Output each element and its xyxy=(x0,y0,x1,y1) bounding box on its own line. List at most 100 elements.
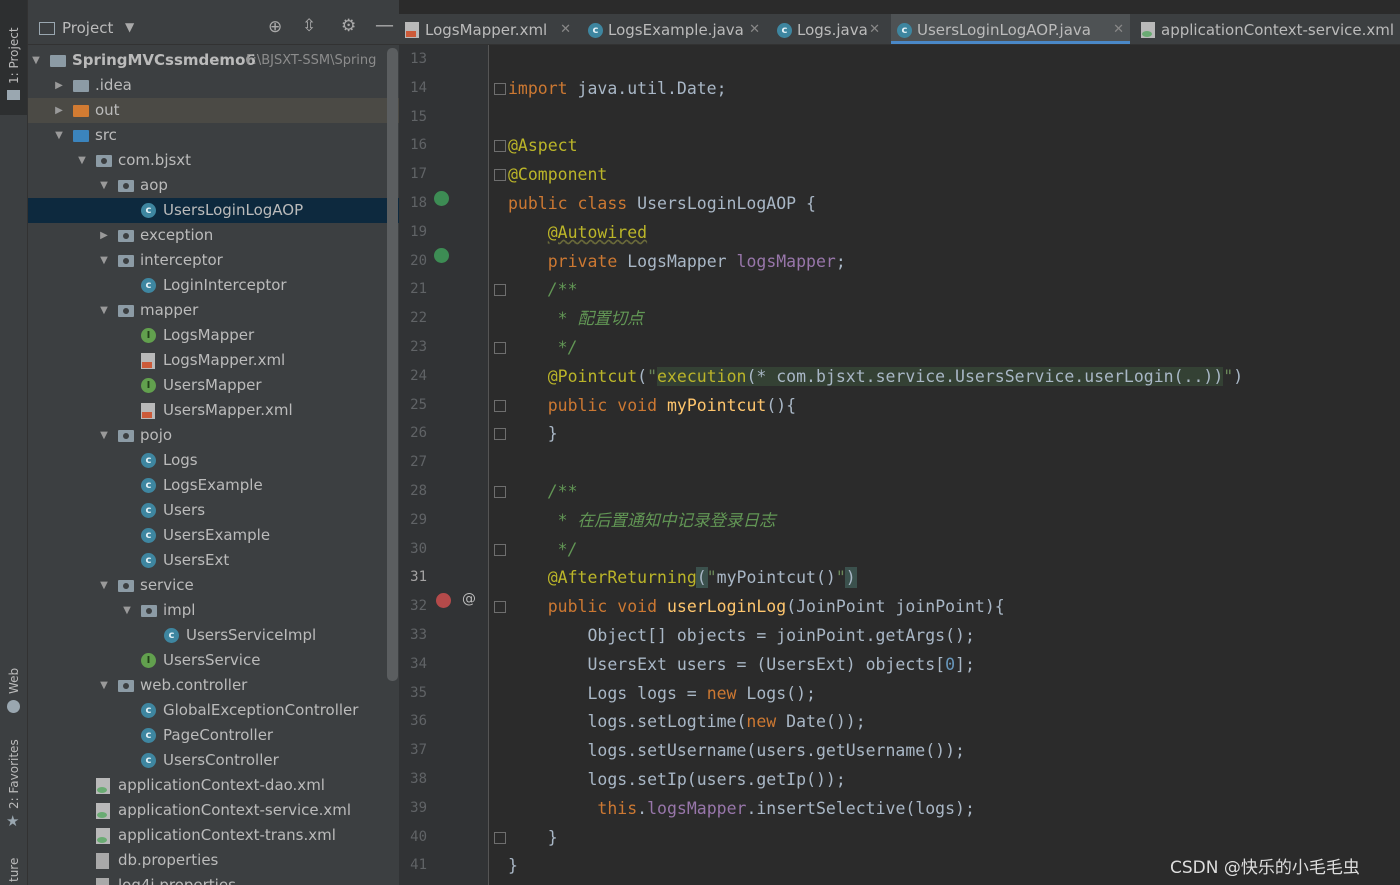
expand-arrow-icon[interactable]: ▼ xyxy=(98,423,110,448)
code-line[interactable]: logs.setIp(users.getIp()); xyxy=(508,765,845,794)
code-line[interactable]: Object[] objects = joinPoint.getArgs(); xyxy=(508,621,974,650)
code-line[interactable]: } xyxy=(508,419,558,448)
code-line[interactable]: } xyxy=(508,823,558,852)
tree-item[interactable]: ▼ com.bjsxt xyxy=(28,148,399,173)
fold-marker-icon[interactable] xyxy=(494,342,506,354)
tree-item[interactable]: c PageController xyxy=(28,723,399,748)
fold-marker-icon[interactable] xyxy=(494,486,506,498)
gear-icon[interactable]: ⚙ xyxy=(341,16,356,36)
favorites-tool-tab[interactable]: 2: Favorites ★ xyxy=(0,735,27,835)
fold-marker-icon[interactable] xyxy=(494,82,506,95)
collapse-arrow-icon[interactable]: ▶ xyxy=(98,223,110,248)
web-tool-tab[interactable]: Web xyxy=(0,660,27,720)
tree-item[interactable]: applicationContext-service.xml xyxy=(28,798,399,823)
at-annotation-icon[interactable]: @ xyxy=(462,591,476,607)
code-line[interactable]: @Aspect xyxy=(508,131,578,160)
expand-arrow-icon[interactable]: ▼ xyxy=(121,598,133,623)
tree-item[interactable]: c UsersLoginLogAOP xyxy=(28,198,399,223)
code-line[interactable]: logs.setLogtime(new Date()); xyxy=(508,707,865,736)
fold-marker-icon[interactable] xyxy=(494,284,506,297)
tree-item[interactable]: ▼ src xyxy=(28,123,399,148)
close-tab-icon[interactable]: ✕ xyxy=(560,14,571,46)
autowired-bean-icon[interactable] xyxy=(434,248,449,263)
code-line[interactable]: UsersExt users = (UsersExt) objects[0]; xyxy=(508,650,974,679)
code-line[interactable]: * 在后置通知中记录登录日志 xyxy=(508,506,776,535)
tree-item[interactable]: I UsersService xyxy=(28,648,399,673)
tree-item[interactable]: ▼ pojo xyxy=(28,423,399,448)
tree-item[interactable]: applicationContext-dao.xml xyxy=(28,773,399,798)
tree-item[interactable]: ▶ out xyxy=(28,98,399,123)
tree-item[interactable]: ▼ mapper xyxy=(28,298,399,323)
expand-arrow-icon[interactable]: ▼ xyxy=(53,123,65,148)
tree-item[interactable]: ▼ service xyxy=(28,573,399,598)
code-line[interactable]: */ xyxy=(508,535,578,564)
code-line[interactable]: this.logsMapper.insertSelective(logs); xyxy=(508,794,975,823)
tree-item[interactable]: c UsersExample xyxy=(28,523,399,548)
code-line[interactable]: * 配置切点 xyxy=(508,304,644,333)
code-line[interactable]: @Component xyxy=(508,160,607,189)
code-line[interactable]: /** xyxy=(508,477,578,506)
collapse-arrow-icon[interactable]: ▶ xyxy=(53,73,65,98)
collapse-all-icon[interactable]: ⇳ xyxy=(302,16,316,36)
close-tab-icon[interactable]: ✕ xyxy=(1113,14,1124,46)
project-scrollbar[interactable] xyxy=(387,48,398,681)
tree-item[interactable]: c UsersController xyxy=(28,748,399,773)
code-line[interactable]: logs.setUsername(users.getUsername()); xyxy=(508,736,965,765)
expand-arrow-icon[interactable]: ▼ xyxy=(98,673,110,698)
fold-marker-icon[interactable] xyxy=(494,140,506,153)
tree-item[interactable]: I LogsMapper xyxy=(28,323,399,348)
tree-item[interactable]: c Users xyxy=(28,498,399,523)
project-view-title[interactable]: Project xyxy=(62,19,113,37)
fold-marker-icon[interactable] xyxy=(494,399,506,412)
expand-arrow-icon[interactable]: ▼ xyxy=(30,48,42,73)
code-line[interactable]: public void myPointcut(){ xyxy=(508,391,796,420)
tree-item[interactable]: applicationContext-trans.xml xyxy=(28,823,399,848)
tree-item[interactable]: c LoginInterceptor xyxy=(28,273,399,298)
locate-icon[interactable]: ⊕ xyxy=(268,17,282,37)
tree-item[interactable]: ▼ aop xyxy=(28,173,399,198)
code-line[interactable]: public class UsersLoginLogAOP { xyxy=(508,189,816,218)
code-line[interactable]: Logs logs = new Logs(); xyxy=(508,679,816,708)
aspect-advice-icon[interactable] xyxy=(436,593,451,608)
editor-tab[interactable]: LogsMapper.xml ✕ xyxy=(399,14,577,44)
expand-arrow-icon[interactable]: ▼ xyxy=(76,148,88,173)
tree-item[interactable]: db.properties xyxy=(28,848,399,873)
collapse-arrow-icon[interactable]: ▶ xyxy=(53,98,65,123)
code-line[interactable]: public void userLoginLog(JoinPoint joinP… xyxy=(508,592,1005,621)
close-tab-icon[interactable]: ✕ xyxy=(869,14,880,46)
close-tab-icon[interactable]: ✕ xyxy=(749,14,760,46)
fold-marker-icon[interactable] xyxy=(494,543,506,556)
fold-marker-icon[interactable] xyxy=(494,601,506,614)
tree-item[interactable]: c GlobalExceptionController xyxy=(28,698,399,723)
tree-item[interactable]: ▼ impl xyxy=(28,598,399,623)
tree-item[interactable]: ▶ .idea xyxy=(28,73,399,98)
tree-item[interactable]: c UsersServiceImpl xyxy=(28,623,399,648)
structure-tool-tab[interactable]: ture xyxy=(0,850,27,885)
code-line[interactable]: @Autowired xyxy=(508,218,647,247)
tree-item[interactable]: I UsersMapper xyxy=(28,373,399,398)
tree-item[interactable]: LogsMapper.xml xyxy=(28,348,399,373)
code-line[interactable]: */ xyxy=(508,333,578,362)
tree-item[interactable]: log4j.properties xyxy=(28,873,399,885)
code-line[interactable]: /** xyxy=(508,275,578,304)
tree-item[interactable]: c UsersExt xyxy=(28,548,399,573)
editor-tab[interactable]: c Logs.java ✕ xyxy=(771,14,886,44)
fold-marker-icon[interactable] xyxy=(494,428,506,441)
code-line[interactable]: private LogsMapper logsMapper; xyxy=(508,247,846,276)
tree-item[interactable]: ▶ exception xyxy=(28,223,399,248)
code-editor[interactable]: import java.util.Date; @Aspect @Component p… xyxy=(489,45,1400,885)
tree-item[interactable]: ▼ interceptor xyxy=(28,248,399,273)
bean-icon[interactable] xyxy=(434,191,449,206)
fold-marker-icon[interactable] xyxy=(494,169,506,182)
tree-item[interactable]: c LogsExample xyxy=(28,473,399,498)
code-line[interactable]: @Pointcut("execution(* com.bjsxt.service… xyxy=(508,362,1243,391)
expand-arrow-icon[interactable]: ▼ xyxy=(98,573,110,598)
expand-arrow-icon[interactable]: ▼ xyxy=(98,248,110,273)
editor-tab[interactable]: c UsersLoginLogAOP.java ✕ xyxy=(891,14,1130,44)
tree-item[interactable]: UsersMapper.xml xyxy=(28,398,399,423)
editor-tab[interactable]: c LogsExample.java ✕ xyxy=(582,14,766,44)
project-tool-tab[interactable]: 1: Project xyxy=(0,0,27,115)
code-line[interactable]: @AfterReturning("myPointcut()") xyxy=(508,563,857,592)
expand-arrow-icon[interactable]: ▼ xyxy=(98,173,110,198)
tree-item[interactable]: ▼ SpringMVCssmdemo6 F:\BJSXT-SSM\Spring xyxy=(28,48,399,73)
